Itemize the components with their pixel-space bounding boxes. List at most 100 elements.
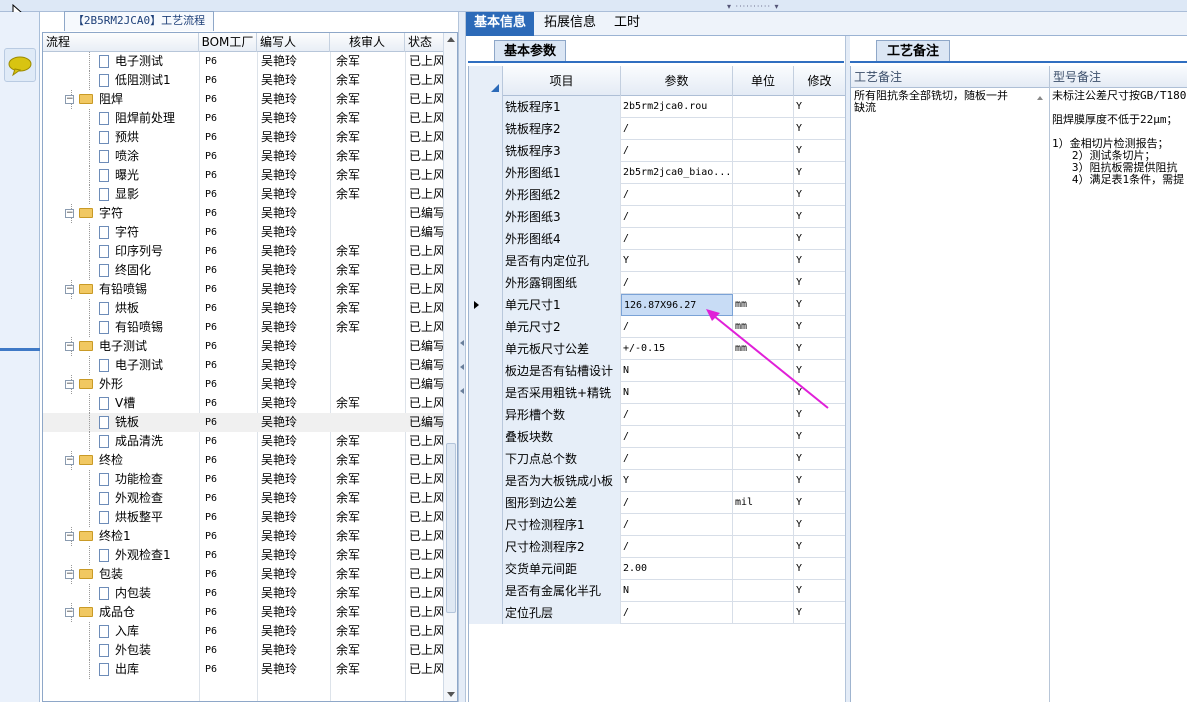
grid-cell-param[interactable]: /: [621, 404, 733, 426]
tree-item-row[interactable]: 出库 P6 吴艳玲 余军 已上风: [43, 660, 443, 679]
row-header[interactable]: [469, 536, 503, 558]
grid-cell-unit[interactable]: mm: [733, 316, 794, 338]
tree-node[interactable]: 功能检查: [43, 470, 199, 489]
grid-cell-unit[interactable]: [733, 228, 794, 250]
grid-cell-modify[interactable]: Y: [794, 250, 845, 272]
tree-node[interactable]: − 阻焊: [43, 90, 199, 109]
header-bom[interactable]: BOM工厂: [199, 33, 257, 52]
grid-row[interactable]: 铣板程序2/ Y: [469, 118, 845, 140]
header-model-note[interactable]: 型号备注: [1050, 66, 1187, 88]
grid-cell-param[interactable]: N: [621, 360, 733, 382]
tree-node[interactable]: − 成品仓: [43, 603, 199, 622]
grid-cell-modify[interactable]: Y: [794, 492, 845, 514]
tree-node[interactable]: 烘板整平: [43, 508, 199, 527]
grid-cell-unit[interactable]: mm: [733, 294, 794, 316]
tree-node[interactable]: 铣板: [43, 413, 199, 432]
collapse-icon[interactable]: −: [65, 95, 74, 104]
tree-item-row[interactable]: 入库 P6 吴艳玲 余军 已上风: [43, 622, 443, 641]
grid-cell-modify[interactable]: Y: [794, 558, 845, 580]
tree-item-row[interactable]: 外观检查 P6 吴艳玲 余军 已上风: [43, 489, 443, 508]
row-header[interactable]: [469, 206, 503, 228]
grid-cell-modify[interactable]: Y: [794, 294, 845, 316]
tree-node[interactable]: − 电子测试: [43, 337, 199, 356]
row-header[interactable]: [469, 404, 503, 426]
tree-item-row[interactable]: 印序列号 P6 吴艳玲 余军 已上风: [43, 242, 443, 261]
row-header[interactable]: [469, 272, 503, 294]
tree-item-row[interactable]: 曝光 P6 吴艳玲 余军 已上风: [43, 166, 443, 185]
grid-cell-modify[interactable]: Y: [794, 184, 845, 206]
grid-cell-param[interactable]: +/-0.15: [621, 338, 733, 360]
grid-cell-modify[interactable]: Y: [794, 360, 845, 382]
process-note-text[interactable]: 所有阻抗条全部铣切，随板一并 缺流: [854, 90, 1036, 114]
tree-folder-row[interactable]: − 成品仓 P6 吴艳玲 余军 已上风: [43, 603, 443, 622]
grid-cell-param[interactable]: 2b5rm2jca0.rou: [621, 96, 733, 118]
grid-row[interactable]: 外形露铜图纸 / Y: [469, 272, 845, 294]
grid-cell-param[interactable]: 2.00: [621, 558, 733, 580]
tree-item-row[interactable]: 烘板 P6 吴艳玲 余军 已上风: [43, 299, 443, 318]
grid-row[interactable]: 外形图纸3/ Y: [469, 206, 845, 228]
model-note-text[interactable]: 未标注公差尺寸按GB/T180 阻焊膜厚度不低于22μm； 1）金相切片检测报告…: [1052, 90, 1187, 186]
scroll-up-icon[interactable]: [447, 37, 455, 42]
grid-cell-param[interactable]: /: [621, 448, 733, 470]
tree-node[interactable]: 内包装: [43, 584, 199, 603]
collapse-icon[interactable]: −: [65, 285, 74, 294]
row-header[interactable]: [469, 140, 503, 162]
grid-row[interactable]: 是否为大板铣成小板 Y Y: [469, 470, 845, 492]
grid-cell-param[interactable]: /: [621, 426, 733, 448]
header-reviewer[interactable]: 核审人: [330, 33, 405, 52]
grid-cell-unit[interactable]: [733, 514, 794, 536]
grid-cell-unit[interactable]: [733, 602, 794, 624]
grid-row[interactable]: 外形图纸2/ Y: [469, 184, 845, 206]
grid-cell-unit[interactable]: [733, 206, 794, 228]
grid-cell-unit[interactable]: [733, 448, 794, 470]
grid-header-modify[interactable]: 修改: [794, 66, 845, 96]
tree-node[interactable]: − 有铅喷锡: [43, 280, 199, 299]
grid-header-unit[interactable]: 单位: [733, 66, 794, 96]
tree-item-row[interactable]: V槽 P6 吴艳玲 余军 已上风: [43, 394, 443, 413]
grid-cell-modify[interactable]: Y: [794, 206, 845, 228]
row-header[interactable]: [469, 602, 503, 624]
header-status[interactable]: 状态: [405, 33, 443, 52]
grid-row[interactable]: 下刀点总个数 / Y: [469, 448, 845, 470]
grid-cell-param[interactable]: /: [621, 602, 733, 624]
grid-cell-param[interactable]: 2b5rm2jca0_biao...: [621, 162, 733, 184]
tree-folder-row[interactable]: − 字符 P6 吴艳玲 已编写: [43, 204, 443, 223]
tree-node[interactable]: 入库: [43, 622, 199, 641]
tab-basic-params[interactable]: 基本参数: [494, 40, 566, 62]
tree-item-row[interactable]: 外观检查1 P6 吴艳玲 余军 已上风: [43, 546, 443, 565]
grid-cell-param[interactable]: /: [621, 492, 733, 514]
grid-cell-unit[interactable]: [733, 404, 794, 426]
grid-cell-modify[interactable]: Y: [794, 448, 845, 470]
tree-node[interactable]: − 字符: [43, 204, 199, 223]
collapse-icon[interactable]: −: [65, 380, 74, 389]
row-header[interactable]: [469, 294, 503, 316]
grid-cell-modify[interactable]: Y: [794, 426, 845, 448]
collapse-icon[interactable]: −: [65, 608, 74, 617]
grid-row[interactable]: 尺寸检测程序1/ Y: [469, 514, 845, 536]
grid-header-param[interactable]: 参数: [621, 66, 733, 96]
grid-cell-modify[interactable]: Y: [794, 602, 845, 624]
tree-node[interactable]: − 外形: [43, 375, 199, 394]
grid-row[interactable]: 是否采用粗铣+精铣 N Y: [469, 382, 845, 404]
grid-cell-modify[interactable]: Y: [794, 536, 845, 558]
collapse-icon[interactable]: −: [65, 532, 74, 541]
grid-row[interactable]: 是否有内定位孔 Y Y: [469, 250, 845, 272]
grid-cell-modify[interactable]: Y: [794, 140, 845, 162]
grid-cell-modify[interactable]: Y: [794, 470, 845, 492]
tree-item-row[interactable]: 功能检查 P6 吴艳玲 余军 已上风: [43, 470, 443, 489]
grid-cell-param[interactable]: Y: [621, 250, 733, 272]
tree-node[interactable]: 外观检查: [43, 489, 199, 508]
header-process-note[interactable]: 工艺备注: [851, 66, 1050, 88]
tree-item-row[interactable]: 显影 P6 吴艳玲 余军 已上风: [43, 185, 443, 204]
grid-cell-modify[interactable]: Y: [794, 404, 845, 426]
row-header[interactable]: [469, 470, 503, 492]
note-scroll-up-icon[interactable]: [1037, 96, 1043, 100]
grid-cell-param[interactable]: /: [621, 536, 733, 558]
grid-row[interactable]: 铣板程序1 2b5rm2jca0.rou Y: [469, 96, 845, 118]
grid-row[interactable]: 图形到边公差 / mil Y: [469, 492, 845, 514]
row-header[interactable]: [469, 228, 503, 250]
tree-node[interactable]: 印序列号: [43, 242, 199, 261]
tree-item-row[interactable]: 预烘 P6 吴艳玲 余军 已上风: [43, 128, 443, 147]
scroll-thumb[interactable]: [446, 443, 456, 613]
tree-folder-row[interactable]: − 有铅喷锡 P6 吴艳玲 余军 已上风: [43, 280, 443, 299]
